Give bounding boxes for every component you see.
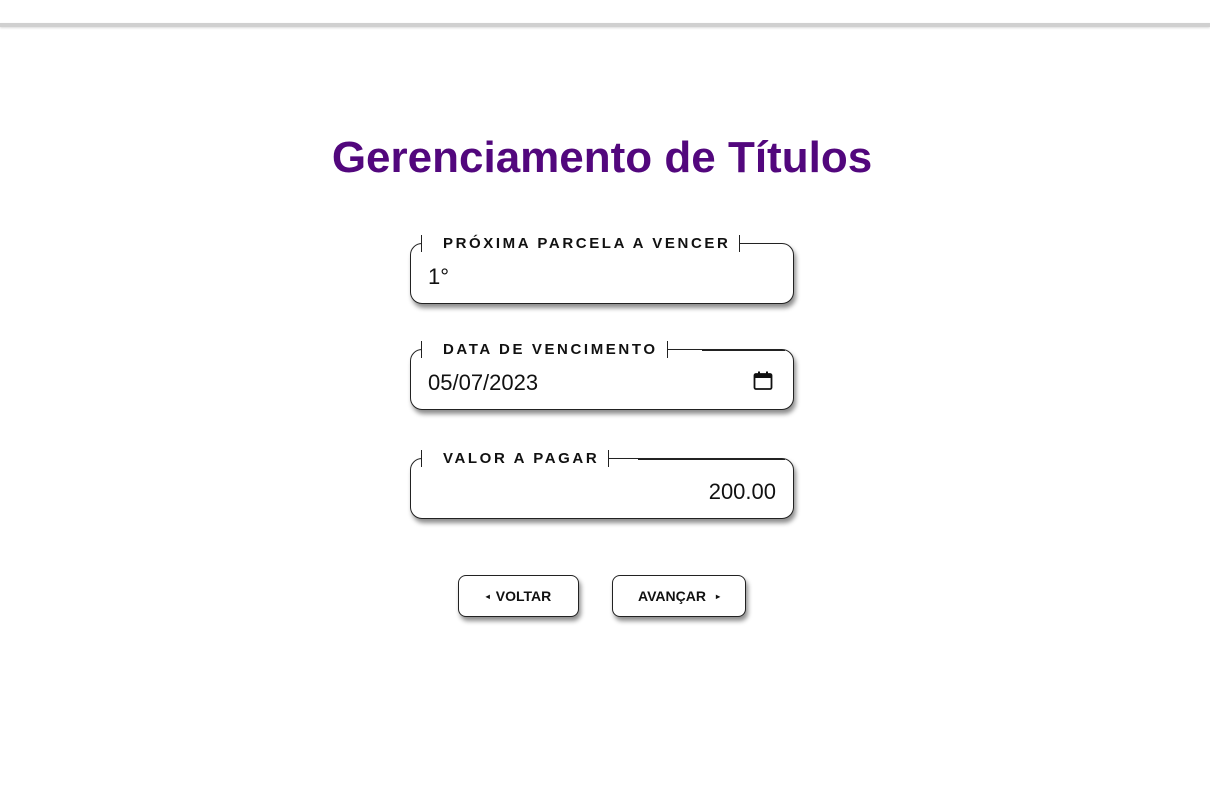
- arrow-left-icon: ◂: [485, 591, 490, 601]
- installment-label-wrap: PRÓXIMA PARCELA A VENCER: [421, 235, 741, 252]
- due-date-value[interactable]: 05/07/2023: [428, 370, 776, 396]
- page-title: Gerenciamento de Títulos: [331, 133, 873, 182]
- back-button-label: VOLTAR: [495, 588, 552, 604]
- next-button-label: AVANÇAR: [638, 588, 706, 604]
- due-date-field[interactable]: DATA DE VENCIMENTO 05/07/2023: [410, 341, 794, 410]
- installment-label: PRÓXIMA PARCELA A VENCER: [443, 235, 731, 252]
- due-date-label-wrap: DATA DE VENCIMENTO: [421, 341, 668, 358]
- arrow-right-icon: ▸: [715, 591, 720, 601]
- due-date-label: DATA DE VENCIMENTO: [443, 341, 658, 358]
- top-divider: [0, 23, 1210, 27]
- installment-value[interactable]: 1°: [428, 264, 776, 290]
- next-button[interactable]: AVANÇAR ▸: [612, 575, 746, 617]
- calendar-icon[interactable]: [753, 371, 773, 391]
- due-date-label-tail: [702, 350, 785, 351]
- amount-label-tail: [638, 459, 785, 460]
- amount-label: VALOR A PAGAR: [443, 450, 600, 467]
- amount-field[interactable]: VALOR A PAGAR 200.00: [410, 450, 794, 519]
- back-button[interactable]: ◂ VOLTAR: [458, 575, 579, 617]
- installment-field[interactable]: PRÓXIMA PARCELA A VENCER 1°: [410, 235, 794, 304]
- amount-label-wrap: VALOR A PAGAR: [421, 450, 610, 467]
- amount-value[interactable]: 200.00: [428, 479, 776, 505]
